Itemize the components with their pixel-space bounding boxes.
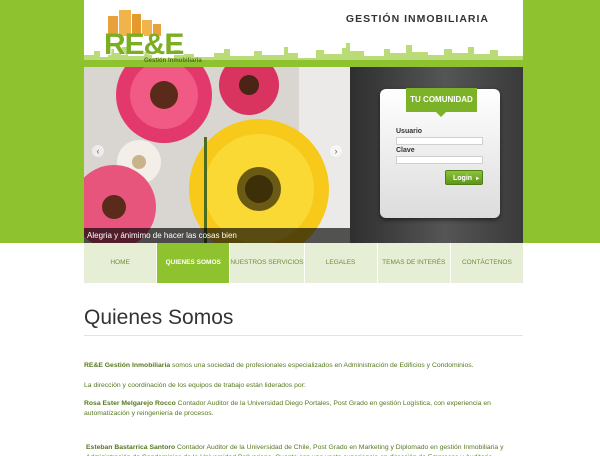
hero-flower-photo: ‹ › Alegria y ánimimo de hacer las cosas… [84, 67, 350, 243]
lead-paragraph: La dirección y coordinación de los equip… [84, 382, 306, 389]
nav-item-nuestros-servicios[interactable]: NUESTROS SERVICIOS [230, 243, 305, 283]
hero-slider: ‹ › Alegria y ánimimo de hacer las cosas… [84, 67, 523, 243]
title-divider [84, 335, 523, 336]
nav-item-temas-de-interes[interactable]: TEMAS DE INTERÉS [378, 243, 451, 283]
password-label: Clave [396, 147, 415, 154]
nav-item-contactenos[interactable]: CONTÁCTENOS [451, 243, 523, 283]
company-name: RE&E Gestión Inmobiliaria [84, 362, 171, 369]
username-input[interactable] [396, 137, 483, 145]
person-2-paragraph: Esteban Bastarrica Santoro Contador Audi… [86, 443, 516, 456]
nav-item-home[interactable]: HOME [84, 243, 158, 283]
nav-item-quienes-somos[interactable]: QUIENES SOMOS [157, 243, 231, 283]
person-1-paragraph: Rosa Ester Melgarejo Rocco Contador Audi… [84, 399, 514, 419]
arrow-right-icon: ▸ [476, 176, 480, 182]
login-button[interactable]: Login ▸ [445, 170, 483, 185]
logo-subtitle: Gestión Inmobiliaria [144, 58, 202, 64]
site-header: RE&E Gestión Inmobiliaria GESTIÓN INMOBI… [84, 0, 523, 67]
main-navigation: HOME QUIENES SOMOS NUESTROS SERVICIOS LE… [84, 243, 523, 283]
slider-caption: Alegria y ánimimo de hacer las cosas bie… [84, 228, 350, 243]
intro-paragraph: RE&E Gestión Inmobiliaria somos una soci… [84, 361, 514, 371]
flower-image [84, 67, 350, 243]
intro-text: somos una sociedad de profesionales espe… [170, 362, 474, 369]
password-input[interactable] [396, 156, 483, 164]
login-tab-title: TU COMUNIDAD [406, 88, 477, 117]
nav-item-legales[interactable]: LEGALES [305, 243, 378, 283]
brand-title: GESTIÓN INMOBILIARIA [345, 13, 489, 25]
page-title: Quienes Somos [84, 306, 234, 329]
slider-prev-button[interactable]: ‹ [92, 145, 104, 157]
logo-text: RE&E [104, 28, 184, 61]
site-logo[interactable]: RE&E Gestión Inmobiliaria [104, 28, 202, 65]
person-1-name: Rosa Ester Melgarejo Rocco [84, 400, 176, 407]
person-2-name: Esteban Bastarrica Santoro [86, 444, 176, 451]
slider-next-button[interactable]: › [330, 145, 342, 157]
community-login-box: TU COMUNIDAD Usuario Clave Login ▸ [380, 88, 500, 218]
username-label: Usuario [396, 128, 423, 135]
login-button-label: Login [453, 175, 473, 182]
